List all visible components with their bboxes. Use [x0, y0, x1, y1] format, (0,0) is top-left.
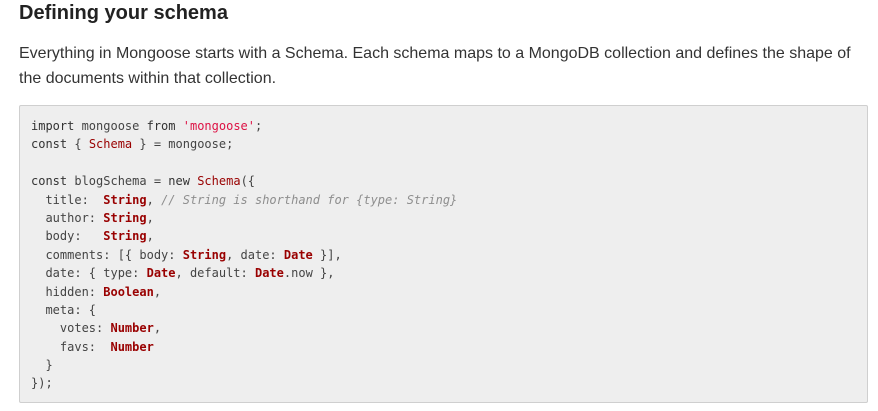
- code-line-5: title: String, // String is shorthand fo…: [31, 192, 458, 207]
- code-line-8: comments: [{ body: String, date: Date }]…: [31, 247, 342, 262]
- code-line-1: import mongoose from 'mongoose';: [31, 119, 263, 133]
- code-line-15: });: [31, 376, 53, 391]
- code-line-2: const { Schema } = mongoose;: [31, 137, 234, 152]
- intro-paragraph: Everything in Mongoose starts with a Sch…: [19, 45, 851, 87]
- code-line-13: favs: Number: [31, 339, 154, 354]
- code-line-4: const blogSchema = new Schema({: [31, 174, 256, 189]
- code-line-14: }: [31, 358, 53, 373]
- page-title: Defining your schema: [19, 2, 228, 24]
- code-line-7: body: String,: [31, 229, 154, 244]
- code-block[interactable]: import mongoose from 'mongoose'; const { …: [19, 105, 868, 403]
- code-line-11: meta: {: [31, 302, 97, 317]
- code-line-9: date: { type: Date, default: Date.now },: [31, 266, 335, 281]
- code-line-12: votes: Number,: [31, 321, 162, 336]
- code-line-10: hidden: Boolean,: [31, 284, 162, 299]
- code-line-6: author: String,: [31, 210, 154, 225]
- code-content: import mongoose from 'mongoose'; const { …: [31, 117, 457, 393]
